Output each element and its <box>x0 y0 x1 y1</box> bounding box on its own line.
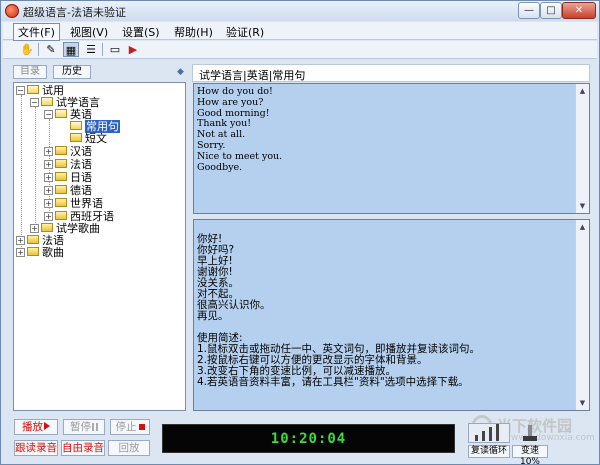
play-triangle-icon <box>44 422 50 430</box>
close-button[interactable]: ✕ <box>562 2 596 19</box>
open-folder-icon <box>70 121 82 130</box>
breadcrumb: 试学语言|英语|常用句 <box>192 64 590 82</box>
app-logo-icon <box>5 4 19 18</box>
edit-icon[interactable]: ✎ <box>43 42 59 57</box>
time-display: 10:20:04 <box>162 424 455 453</box>
menu-bar: 文件(F) 视图(V) 设置(S) 帮助(H) 验证(R) <box>3 22 597 41</box>
chinese-phrases[interactable]: 你好! 你好吗? 早上好! 谢谢你! 没关系。 对不起。 很高兴认识你。 再见。… <box>197 234 480 388</box>
toolbar-separator <box>102 43 103 56</box>
stop-icon <box>138 424 145 430</box>
scroll-down-icon[interactable]: ▼ <box>577 397 588 409</box>
tree-item-short-text[interactable]: 短文 <box>70 133 107 145</box>
tree-item-trial-songs[interactable]: + 试学歌曲 <box>30 223 100 235</box>
hand-icon[interactable]: ✋ <box>19 42 35 57</box>
english-phrases[interactable]: How do you do! How are you? Good morning… <box>197 86 282 173</box>
select-icon[interactable]: ▦ <box>63 42 79 57</box>
folder-icon <box>55 109 67 118</box>
pause-icon <box>92 423 98 431</box>
folder-icon <box>55 185 67 194</box>
tab-history[interactable]: 历史 <box>53 65 91 79</box>
tree-item-esperanto[interactable]: + 世界语 <box>44 198 103 210</box>
app-window: 超级语言-法语未验证 — □ ✕ 文件(F) 视图(V) 设置(S) 帮助(H)… <box>0 0 600 465</box>
tree-item-german[interactable]: + 德语 <box>44 185 92 197</box>
title-bar: 超级语言-法语未验证 — □ ✕ <box>1 1 599 21</box>
scroll-down-icon[interactable]: ▼ <box>577 200 588 212</box>
tree-item-french[interactable]: + 法语 <box>44 159 92 171</box>
folder-icon <box>41 97 53 106</box>
folder-icon <box>27 235 39 244</box>
play-icon[interactable]: ▶ <box>125 42 141 57</box>
playback-button[interactable]: 回放 <box>108 440 150 456</box>
list-icon[interactable]: ☰ <box>83 42 99 57</box>
follow-record-button[interactable]: 跟读录音 <box>14 440 58 456</box>
free-record-button[interactable]: 自由录音 <box>61 440 105 456</box>
chinese-text-pane[interactable]: 你好! 你好吗? 早上好! 谢谢你! 没关系。 对不起。 很高兴认识你。 再见。… <box>193 219 590 411</box>
path-icon: ◆ <box>177 67 184 77</box>
toolbar-separator <box>38 43 39 56</box>
english-text-pane[interactable]: How do you do! How are you? Good morning… <box>193 83 590 214</box>
slider-thumb[interactable] <box>523 436 537 441</box>
folder-icon <box>55 211 67 220</box>
folder-icon <box>55 159 67 168</box>
stop-button[interactable]: 停止 <box>110 419 150 435</box>
speed-label: 变速10% <box>512 445 548 465</box>
repeat-label: 复读循环 <box>468 445 510 458</box>
scroll-up-icon[interactable]: ▲ <box>577 85 588 97</box>
tab-catalog[interactable]: 目录 <box>13 65 47 79</box>
tree-item-songs[interactable]: + 歌曲 <box>16 247 64 259</box>
speed-slider[interactable] <box>514 424 546 442</box>
menu-help[interactable]: 帮助(H) <box>171 24 216 40</box>
menu-verify[interactable]: 验证(R) <box>223 24 267 40</box>
tree-item-chinese[interactable]: + 汉语 <box>44 146 92 158</box>
folder-icon <box>55 198 67 207</box>
repeat-gauge[interactable] <box>468 423 510 443</box>
menu-settings[interactable]: 设置(S) <box>119 24 163 40</box>
folder-icon <box>27 85 39 94</box>
monitor-icon[interactable]: ▭ <box>107 42 123 57</box>
menu-view[interactable]: 视图(V) <box>67 24 111 40</box>
tree-item-japanese[interactable]: + 日语 <box>44 172 92 184</box>
folder-icon <box>55 172 67 181</box>
folder-icon <box>55 146 67 155</box>
toolbar: ✋ ✎ ▦ ☰ ▭ ▶ <box>3 41 597 59</box>
folder-icon <box>70 133 82 142</box>
english-scrollbar[interactable]: ▲ ▼ <box>575 84 589 213</box>
play-button[interactable]: 播放 <box>14 419 58 435</box>
folder-icon <box>41 223 53 232</box>
folder-icon <box>27 247 39 256</box>
menu-file[interactable]: 文件(F) <box>13 23 60 41</box>
window-title: 超级语言-法语未验证 <box>23 6 126 19</box>
chinese-scrollbar[interactable]: ▲ ▼ <box>575 220 589 410</box>
scroll-up-icon[interactable]: ▲ <box>577 221 588 233</box>
pause-button[interactable]: 暂停 <box>63 419 105 435</box>
minimize-button[interactable]: — <box>518 2 540 19</box>
maximize-button[interactable]: □ <box>540 2 562 19</box>
category-tree: − 试用 − 试学语言 − 英语 常用句 短文 + 汉语 + 法语 + 日语 + 德语 + 世界… <box>13 82 186 411</box>
